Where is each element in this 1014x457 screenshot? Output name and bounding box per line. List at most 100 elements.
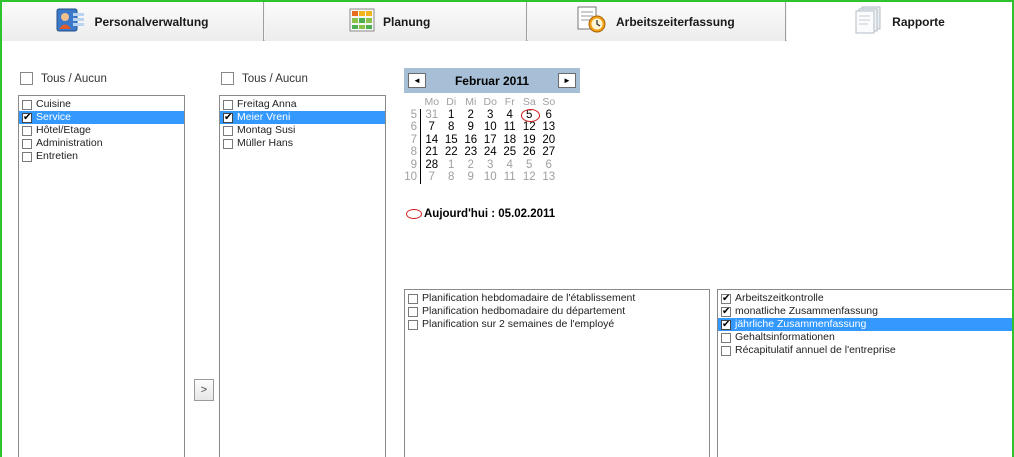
tab-arbeitszeiterfassung[interactable]: Arbeitszeiterfassung xyxy=(528,2,786,41)
calendar-day[interactable]: 14 xyxy=(422,134,442,147)
select-all-checkbox[interactable] xyxy=(20,72,33,85)
calendar-day[interactable]: 15 xyxy=(442,134,462,147)
item-checkbox[interactable] xyxy=(223,99,233,110)
calendar-day[interactable]: 9 xyxy=(461,121,481,134)
calendar-day[interactable]: 2 xyxy=(461,159,481,172)
calendar-day[interactable]: 12 xyxy=(520,171,540,184)
list-item[interactable]: Arbeitszeitkontrolle xyxy=(718,292,1012,305)
calendar-day[interactable]: 13 xyxy=(539,171,559,184)
calendar-day[interactable]: 20 xyxy=(539,134,559,147)
calendar-day[interactable]: 10 xyxy=(481,121,501,134)
departments-select-all[interactable]: Tous / Aucun xyxy=(20,72,107,85)
item-checkbox[interactable] xyxy=(408,293,418,304)
tab-rapporte[interactable]: Rapporte xyxy=(787,2,1012,42)
calendar-day[interactable]: 25 xyxy=(500,146,520,159)
item-checkbox[interactable] xyxy=(22,99,32,110)
calendar-day[interactable]: 11 xyxy=(500,121,520,134)
calendar-day[interactable]: 4 xyxy=(500,159,520,172)
calendar-day[interactable]: 3 xyxy=(481,159,501,172)
calendar-day[interactable]: 1 xyxy=(442,159,462,172)
calendar-day[interactable]: 12 xyxy=(520,121,540,134)
calendar-day[interactable]: 23 xyxy=(461,146,481,159)
calendar-day[interactable]: 26 xyxy=(520,146,540,159)
calendar-day[interactable]: 18 xyxy=(500,134,520,147)
planning-reports-list[interactable]: Planification hebdomadaire de l'établiss… xyxy=(404,289,710,457)
item-checkbox[interactable] xyxy=(223,125,233,136)
calendar-day[interactable]: 4 xyxy=(500,109,520,122)
calendar-day[interactable]: 7 xyxy=(422,171,442,184)
month-calendar[interactable]: ◄ Februar 2011 ► Mo Di Mi Do Fr Sa So 5 31 1 2 3 4 5 6… xyxy=(404,68,580,226)
week-row: 6 7 8 9 10 11 12 13 xyxy=(404,121,580,134)
today-link[interactable]: Aujourd'hui : 05.02.2011 xyxy=(406,208,555,220)
calendar-day[interactable]: 6 xyxy=(539,109,559,122)
item-checkbox[interactable] xyxy=(22,151,32,162)
list-item[interactable]: Planification sur 2 semaines de l'employ… xyxy=(405,318,709,331)
tab-planung[interactable]: Planung xyxy=(265,2,527,41)
calendar-day[interactable]: 2 xyxy=(461,109,481,122)
calendar-day[interactable]: 3 xyxy=(481,109,501,122)
item-checkbox[interactable] xyxy=(721,332,731,343)
week-row: 10 7 8 9 10 11 12 13 xyxy=(404,171,580,184)
list-item[interactable]: Service xyxy=(19,111,184,124)
item-checkbox[interactable] xyxy=(721,318,731,331)
item-checkbox[interactable] xyxy=(721,305,731,318)
calendar-day[interactable]: 7 xyxy=(422,121,442,134)
item-label: Service xyxy=(36,111,72,123)
list-item[interactable]: Cuisine xyxy=(19,98,184,111)
calendar-day[interactable]: 24 xyxy=(481,146,501,159)
next-month-button[interactable]: ► xyxy=(557,73,576,88)
calendar-day[interactable]: 27 xyxy=(539,146,559,159)
item-checkbox[interactable] xyxy=(408,306,418,317)
calendar-day[interactable]: 8 xyxy=(442,171,462,184)
calendar-day[interactable]: 16 xyxy=(461,134,481,147)
calendar-day[interactable]: 22 xyxy=(442,146,462,159)
select-all-checkbox[interactable] xyxy=(221,72,234,85)
tab-personalverwaltung[interactable]: Personalverwaltung xyxy=(2,2,264,41)
employees-list[interactable]: Freitag AnnaMeier VreniMontag SusiMüller… xyxy=(219,95,386,457)
calendar-day[interactable]: 31 xyxy=(422,109,442,122)
time-reports-list[interactable]: Arbeitszeitkontrollemonatliche Zusammenf… xyxy=(717,289,1012,457)
calendar-day[interactable]: 28 xyxy=(422,159,442,172)
move-right-button[interactable]: > xyxy=(194,379,214,401)
prev-month-button[interactable]: ◄ xyxy=(408,73,426,88)
item-checkbox[interactable] xyxy=(223,138,233,149)
list-item[interactable]: monatliche Zusammenfassung xyxy=(718,305,1012,318)
list-item[interactable]: jährliche Zusammenfassung xyxy=(718,318,1012,331)
item-label: Planification hedbomadaire du départemen… xyxy=(422,305,626,317)
calendar-day[interactable]: 13 xyxy=(539,121,559,134)
calendar-day[interactable]: 5 xyxy=(520,159,540,172)
item-checkbox[interactable] xyxy=(408,319,418,330)
item-checkbox[interactable] xyxy=(22,125,32,136)
item-checkbox[interactable] xyxy=(721,292,731,305)
list-item[interactable]: Planification hedbomadaire du départemen… xyxy=(405,305,709,318)
item-checkbox[interactable] xyxy=(721,345,731,356)
calendar-day[interactable]: 9 xyxy=(461,171,481,184)
calendar-day[interactable]: 11 xyxy=(500,171,520,184)
departments-list[interactable]: CuisineServiceHôtel/EtageAdministrationE… xyxy=(18,95,185,457)
calendar-day[interactable]: 1 xyxy=(442,109,462,122)
employees-select-all[interactable]: Tous / Aucun xyxy=(221,72,308,85)
list-item[interactable]: Meier Vreni xyxy=(220,111,385,124)
item-checkbox[interactable] xyxy=(22,111,32,124)
list-item[interactable]: Entretien xyxy=(19,150,184,163)
list-item[interactable]: Planification hebdomadaire de l'établiss… xyxy=(405,292,709,305)
list-item[interactable]: Hôtel/Etage xyxy=(19,124,184,137)
calendar-day[interactable]: 21 xyxy=(422,146,442,159)
item-label: Cuisine xyxy=(36,98,72,110)
calendar-day[interactable]: 5 xyxy=(520,108,539,121)
tab-bar: Personalverwaltung Planung Arbeitszeiter… xyxy=(2,2,1012,42)
list-item[interactable]: Administration xyxy=(19,137,184,150)
item-label: Planification sur 2 semaines de l'employ… xyxy=(422,318,615,330)
item-checkbox[interactable] xyxy=(223,111,233,124)
calendar-day[interactable]: 8 xyxy=(442,121,462,134)
calendar-day[interactable]: 17 xyxy=(481,134,501,147)
calendar-day[interactable]: 10 xyxy=(481,171,501,184)
list-item[interactable]: Récapitulatif annuel de l'entreprise xyxy=(718,344,1012,357)
calendar-day[interactable]: 19 xyxy=(520,134,540,147)
list-item[interactable]: Montag Susi xyxy=(220,124,385,137)
list-item[interactable]: Müller Hans xyxy=(220,137,385,150)
list-item[interactable]: Freitag Anna xyxy=(220,98,385,111)
calendar-day[interactable]: 6 xyxy=(539,159,559,172)
list-item[interactable]: Gehaltsinformationen xyxy=(718,331,1012,344)
item-checkbox[interactable] xyxy=(22,138,32,149)
